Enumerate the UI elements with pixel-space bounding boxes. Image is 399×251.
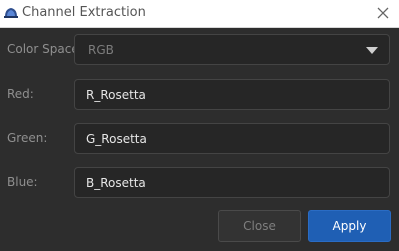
green-label: Green: [7, 131, 48, 145]
color-space-select[interactable]: RGB [74, 34, 390, 65]
green-field[interactable] [75, 124, 389, 153]
title-bar: Channel Extraction [0, 0, 399, 28]
color-space-label: Color Space: [7, 42, 83, 56]
apply-button[interactable]: Apply [308, 210, 391, 242]
close-button[interactable]: Close [218, 210, 301, 242]
blue-field-container [74, 167, 390, 198]
blue-field[interactable] [75, 168, 389, 197]
channel-extraction-dialog: Channel Extraction Color Space: RGB Red:… [0, 0, 399, 251]
window-title: Channel Extraction [22, 5, 146, 20]
color-space-value: RGB [88, 43, 114, 57]
red-field-container [74, 79, 390, 110]
close-icon[interactable] [376, 6, 390, 20]
chevron-down-icon[interactable] [366, 47, 378, 54]
app-logo-icon [4, 8, 18, 18]
red-field[interactable] [75, 80, 389, 109]
red-label: Red: [7, 87, 34, 101]
green-field-container [74, 123, 390, 154]
blue-label: Blue: [7, 175, 38, 189]
